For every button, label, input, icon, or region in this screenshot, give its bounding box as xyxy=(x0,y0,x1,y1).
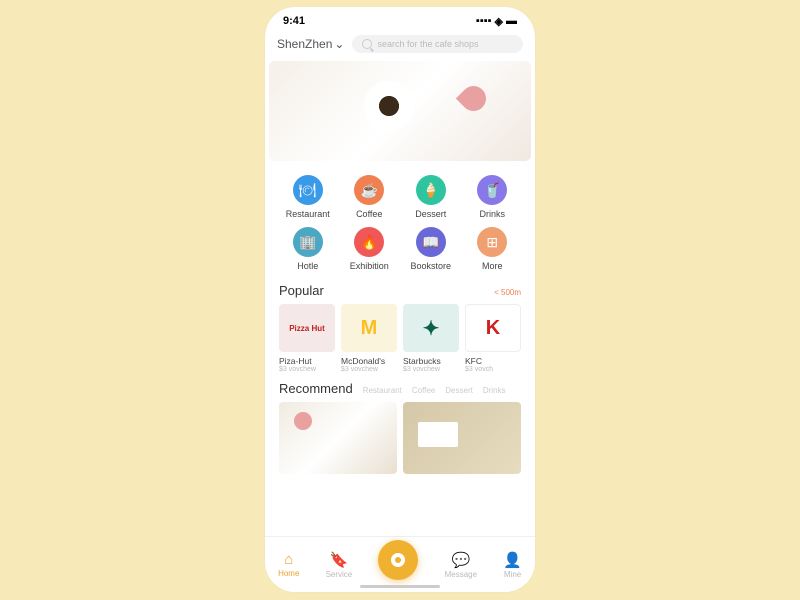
popular-card[interactable]: K KFC $3 vovch xyxy=(465,304,521,373)
brand-logo: ✦ xyxy=(403,304,459,352)
category-coffee[interactable]: ☕ Coffee xyxy=(339,175,401,219)
category-label: Drinks xyxy=(479,209,505,219)
category-hotle[interactable]: 🏢 Hotle xyxy=(277,227,339,271)
popular-card[interactable]: Pizza Hut Piza-Hut $3 vovchew xyxy=(279,304,335,373)
category-more[interactable]: ⊞ More xyxy=(462,227,524,271)
status-indicators: ▪▪▪▪ ◈ ▬ xyxy=(476,15,517,28)
category-exhibition[interactable]: 🔥 Exhibition xyxy=(339,227,401,271)
category-label: Dessert xyxy=(415,209,446,219)
bookstore-icon: 📖 xyxy=(416,227,446,257)
category-label: Hotle xyxy=(297,261,318,271)
category-label: Restaurant xyxy=(286,209,330,219)
search-icon xyxy=(362,39,372,49)
popular-card[interactable]: M McDonald's $3 vovchew xyxy=(341,304,397,373)
brand-logo: M xyxy=(341,304,397,352)
brand-name: Piza-Hut xyxy=(279,356,335,366)
nav-label: Home xyxy=(278,569,299,578)
brand-name: KFC xyxy=(465,356,521,366)
recommend-title: Recommend xyxy=(279,381,353,396)
more-icon: ⊞ xyxy=(477,227,507,257)
category-grid: 🍽 Restaurant ☕ Coffee 🍦 Dessert 🥤 Drinks… xyxy=(265,161,535,281)
category-dessert[interactable]: 🍦 Dessert xyxy=(400,175,462,219)
nav-home[interactable]: ⌂ Home xyxy=(278,551,299,578)
recommend-card-1[interactable] xyxy=(279,402,397,474)
brand-logo: Pizza Hut xyxy=(279,304,335,352)
phone-frame: 9:41 ▪▪▪▪ ◈ ▬ ShenZhen ⌄ search for the … xyxy=(265,7,535,592)
popular-title: Popular xyxy=(279,283,324,298)
status-bar: 9:41 ▪▪▪▪ ◈ ▬ xyxy=(265,7,535,35)
search-input[interactable]: search for the cafe shops xyxy=(352,35,523,53)
nav-label: Message xyxy=(445,570,477,579)
brand-name: McDonald's xyxy=(341,356,397,366)
filter-drinks[interactable]: Drinks xyxy=(483,386,506,395)
category-label: Exhibition xyxy=(350,261,389,271)
brand-sub: $3 vovch xyxy=(465,366,521,373)
filter-restaurant[interactable]: Restaurant xyxy=(363,386,402,395)
category-restaurant[interactable]: 🍽 Restaurant xyxy=(277,175,339,219)
home-icon: ⌂ xyxy=(284,551,293,568)
category-drinks[interactable]: 🥤 Drinks xyxy=(462,175,524,219)
nav-label: Mine xyxy=(504,570,521,579)
home-indicator xyxy=(360,585,440,588)
exhibition-icon: 🔥 xyxy=(354,227,384,257)
hotle-icon: 🏢 xyxy=(293,227,323,257)
service-icon: 🔖 xyxy=(330,551,349,569)
battery-icon: ▬ xyxy=(506,15,517,27)
nav-service[interactable]: 🔖 Service xyxy=(326,551,353,579)
wifi-icon: ◈ xyxy=(495,15,503,28)
popular-row: Pizza Hut Piza-Hut $3 vovchew M McDonald… xyxy=(265,304,535,377)
recommend-header: Recommend Restaurant Coffee Dessert Drin… xyxy=(265,377,535,402)
recommend-grid xyxy=(265,402,535,474)
location-selector[interactable]: ShenZhen ⌄ xyxy=(277,37,344,51)
filter-dessert[interactable]: Dessert xyxy=(445,386,473,395)
chevron-down-icon: ⌄ xyxy=(334,37,344,51)
category-label: Bookstore xyxy=(410,261,451,271)
brand-sub: $3 vovchew xyxy=(279,366,335,373)
search-placeholder: search for the cafe shops xyxy=(377,39,478,49)
popular-header: Popular < 500m xyxy=(265,281,535,304)
dessert-icon: 🍦 xyxy=(416,175,446,205)
recommend-card-2[interactable] xyxy=(403,402,521,474)
nav-center-button[interactable] xyxy=(378,540,418,580)
filter-coffee[interactable]: Coffee xyxy=(412,386,435,395)
message-icon: 💬 xyxy=(451,551,470,569)
location-text: ShenZhen xyxy=(277,37,332,51)
nav-mine[interactable]: 👤 Mine xyxy=(503,551,522,579)
signal-icon: ▪▪▪▪ xyxy=(476,15,492,27)
brand-name: Starbucks xyxy=(403,356,459,366)
restaurant-icon: 🍽 xyxy=(293,175,323,205)
coffee-icon: ☕ xyxy=(354,175,384,205)
brand-logo: K xyxy=(465,304,521,352)
header: ShenZhen ⌄ search for the cafe shops xyxy=(265,35,535,61)
brand-sub: $3 vovchew xyxy=(403,366,459,373)
status-time: 9:41 xyxy=(283,15,305,27)
mine-icon: 👤 xyxy=(503,551,522,569)
drinks-icon: 🥤 xyxy=(477,175,507,205)
bottom-nav: ⌂ Home 🔖 Service 💬 Message 👤 Mine xyxy=(265,536,535,592)
popular-card[interactable]: ✦ Starbucks $3 vovchew xyxy=(403,304,459,373)
hero-banner[interactable] xyxy=(269,61,531,161)
distance-filter[interactable]: < 500m xyxy=(494,288,521,297)
brand-sub: $3 vovchew xyxy=(341,366,397,373)
nav-label: Service xyxy=(326,570,353,579)
category-label: Coffee xyxy=(356,209,382,219)
nav-message[interactable]: 💬 Message xyxy=(445,551,477,579)
category-bookstore[interactable]: 📖 Bookstore xyxy=(400,227,462,271)
category-label: More xyxy=(482,261,503,271)
